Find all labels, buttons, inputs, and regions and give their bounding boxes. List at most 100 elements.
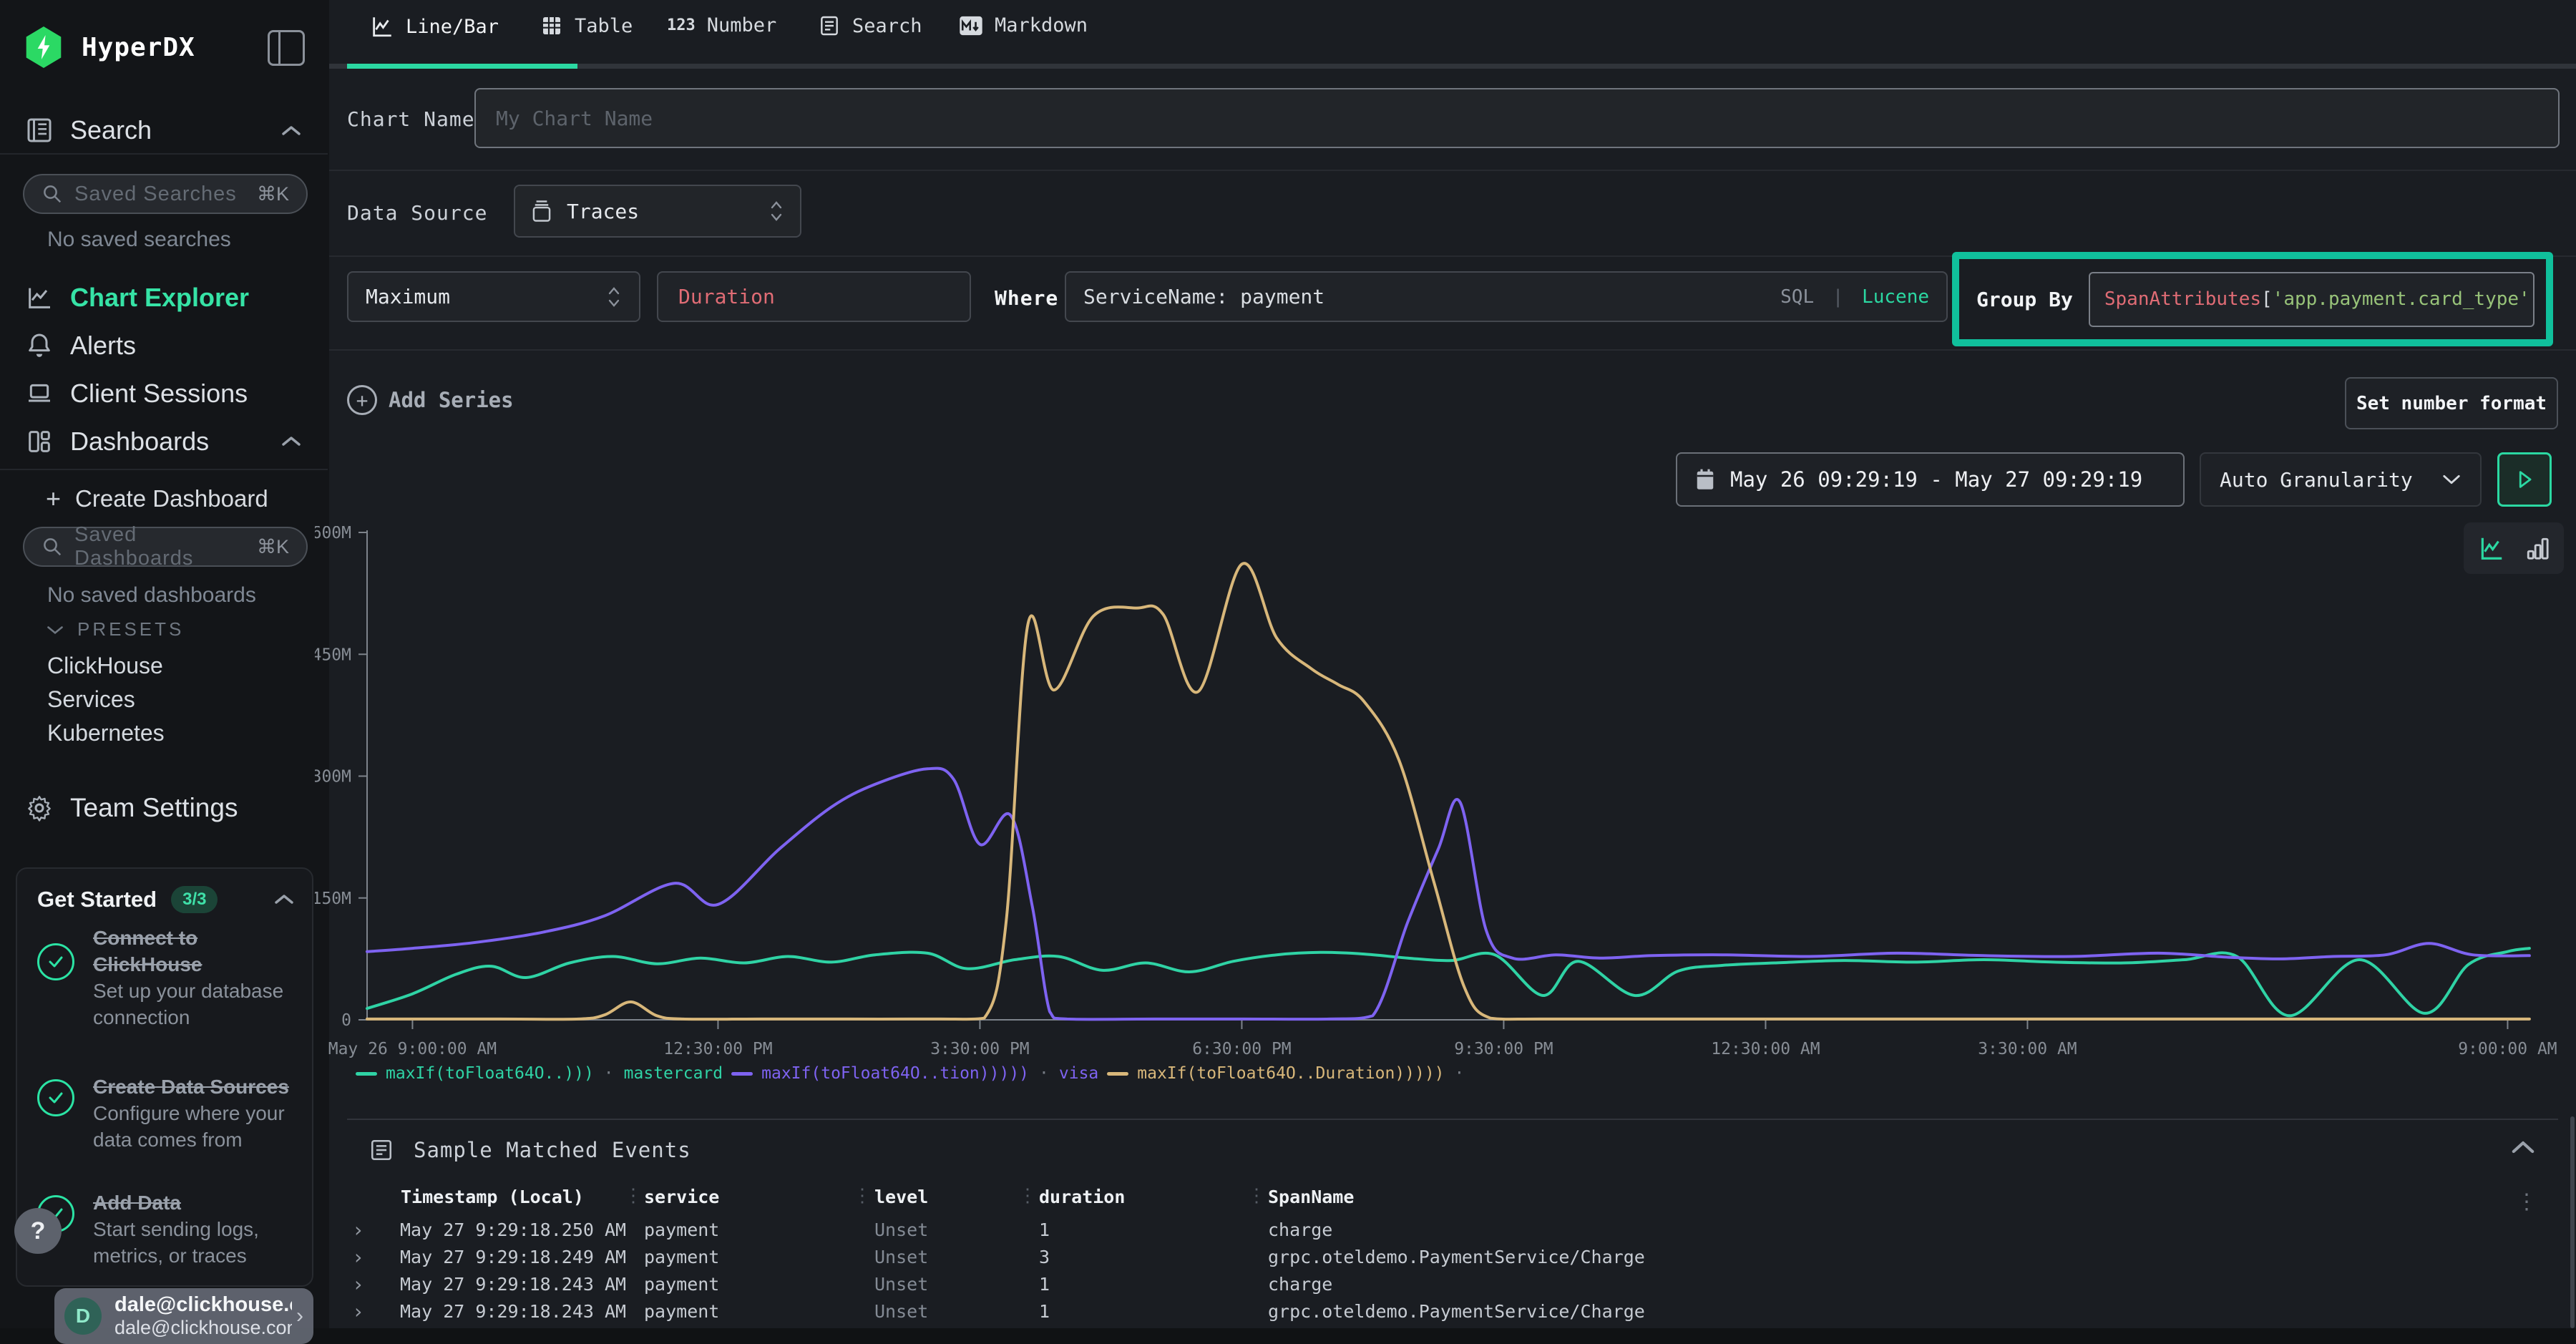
chevron-up-icon[interactable] [2510,1139,2536,1155]
expand-row-icon[interactable]: › [352,1300,364,1323]
sidebar-item-client-sessions[interactable]: Client Sessions [24,371,305,416]
preset-kubernetes[interactable]: Kubernetes [47,720,165,746]
add-series-button[interactable]: + Add Series [347,385,514,415]
set-number-format-label: Set number format [2356,393,2547,414]
tab-label: Search [852,15,922,37]
preset-clickhouse[interactable]: ClickHouse [47,653,163,679]
tab-line-bar[interactable]: Line/Bar [370,14,499,39]
cell-service: payment [644,1274,719,1295]
legend-expr[interactable]: maxIf(toFloat64O..))) [386,1064,594,1083]
aggregation-select[interactable]: Maximum [347,271,640,322]
presets-label: PRESETS [77,618,184,641]
table-row[interactable]: › May 27 9:29:18.243 AM payment Unset 1 … [329,1298,2576,1325]
sidebar-item-alerts[interactable]: Alerts [24,323,305,368]
sidebar-item-team-settings[interactable]: Team Settings [24,786,305,830]
expand-row-icon[interactable]: › [352,1218,364,1242]
data-source-select[interactable]: Traces [514,185,801,238]
chart-legend[interactable]: maxIf(toFloat64O..))) · mastercard maxIf(to… [347,1064,1474,1083]
get-started-item[interactable]: Create Data Sources Configure where your… [37,1073,298,1153]
cell-level: Unset [874,1301,928,1322]
where-label: Where [995,286,1058,310]
tab-active-indicator [347,64,577,69]
legend-separator: · [1455,1064,1465,1083]
tab-number[interactable]: 123 Number [667,14,776,36]
chart-name-field[interactable] [474,88,2560,148]
section-divider [347,1119,2558,1120]
saved-dashboards-placeholder: Saved Dashboards [74,523,257,570]
sidebar-collapse-icon[interactable] [268,30,305,66]
tab-label: Number [707,14,777,36]
granularity-select[interactable]: Auto Granularity [2200,452,2482,507]
sidebar-section-search[interactable]: Search [24,109,305,152]
presets-toggle[interactable]: PRESETS [46,618,184,641]
legend-series-name[interactable]: visa [1059,1064,1098,1083]
set-number-format-button[interactable]: Set number format [2345,377,2558,429]
get-started-item[interactable]: Add Data Start sending logs, metrics, or… [37,1189,298,1269]
bell-icon [24,331,54,360]
legend-expr[interactable]: maxIf(toFloat64O..tion))))) [761,1064,1029,1083]
help-button[interactable]: ? [14,1208,62,1254]
saved-searches-input[interactable]: Saved Searches ⌘K [23,174,308,214]
column-header-timestamp[interactable]: Timestamp (Local) [401,1187,584,1207]
events-section-header[interactable]: Sample Matched Events [369,1138,691,1162]
events-menu-icon[interactable]: ⋮ [2516,1189,2537,1214]
x-axis-tick-label: 6:30:00 PM [1192,1040,1291,1058]
run-query-button[interactable] [2497,452,2552,507]
sidebar-item-dashboards[interactable]: Dashboards [24,419,305,464]
tab-markdown[interactable]: Markdown [959,14,1088,36]
chart-line-icon [370,14,394,39]
user-menu[interactable]: D dale@clickhouse.com dale@clickhouse.co… [54,1288,313,1344]
column-header-level[interactable]: level [874,1187,928,1207]
field-input[interactable]: Duration [657,271,971,322]
group-by-input[interactable]: SpanAttributes['app.payment.card_type'] [2089,272,2534,327]
table-row[interactable]: › May 27 9:29:18.249 AM payment Unset 3 … [329,1244,2576,1271]
column-resize-handle[interactable]: ⋮ [1018,1185,1037,1207]
timeseries-chart[interactable]: 600M450M300M150M0May 26 9:00:00 AM12:30:… [315,526,2576,1063]
group-by-label: Group By [1976,288,2073,311]
date-range-picker[interactable]: May 26 09:29:19 - May 27 09:29:19 [1676,452,2185,507]
expand-row-icon[interactable]: › [352,1272,364,1296]
column-resize-handle[interactable]: ⋮ [1247,1185,1266,1207]
group-by-func: SpanAttributes [2104,288,2261,310]
language-sql-toggle[interactable]: SQL [1780,286,1814,308]
language-lucene-toggle[interactable]: Lucene [1862,286,1929,308]
where-input[interactable]: ServiceName: payment SQL | Lucene [1065,271,1948,322]
table-row[interactable]: › May 27 9:29:18.243 AM payment Unset 1 … [329,1271,2576,1298]
avatar: D [64,1297,102,1335]
expand-row-icon[interactable]: › [352,1245,364,1269]
create-dashboard-button[interactable]: + Create Dashboard [46,484,268,514]
logo-row[interactable]: HyperDX [24,26,305,69]
sidebar-divider [0,153,328,155]
legend-dash-icon [731,1072,753,1076]
column-header-duration[interactable]: duration [1039,1187,1125,1207]
column-resize-handle[interactable]: ⋮ [624,1185,643,1207]
cell-spanname: charge [1268,1274,1332,1295]
scrollbar[interactable] [2570,1116,2575,1328]
column-header-spanname[interactable]: SpanName [1268,1187,1354,1207]
hyperdx-logo-icon [24,26,63,68]
sidebar-divider [0,469,328,470]
chevron-up-icon[interactable] [273,893,295,906]
get-started-item-subtitle: Set up your database connection [93,978,298,1031]
chevron-up-icon[interactable] [280,125,302,137]
legend-series-name[interactable]: mastercard [624,1064,723,1083]
group-by-close-bracket: ] [2530,288,2534,310]
sidebar-item-chart-explorer[interactable]: Chart Explorer [24,276,305,320]
column-resize-handle[interactable]: ⋮ [853,1185,872,1207]
x-axis-tick-label: 3:30:00 PM [930,1040,1029,1058]
chevron-down-icon [2441,473,2462,486]
legend-expr[interactable]: maxIf(toFloat64O..Duration))))) [1137,1064,1444,1083]
saved-dashboards-input[interactable]: Saved Dashboards ⌘K [23,527,308,567]
y-axis-tick-label: 150M [315,890,351,908]
column-header-service[interactable]: service [644,1187,719,1207]
tab-search[interactable]: Search [818,14,922,37]
divider [329,170,2576,171]
chart-name-input[interactable] [494,106,2540,131]
chevron-up-icon[interactable] [280,435,302,448]
sidebar-item-label: Alerts [70,331,136,361]
document-list-icon [818,14,841,37]
get-started-item[interactable]: Connect to ClickHouse Set up your databa… [37,925,298,1031]
table-row[interactable]: › May 27 9:29:18.250 AM payment Unset 1 … [329,1217,2576,1244]
preset-services[interactable]: Services [47,686,135,713]
tab-table[interactable]: Table [540,14,633,37]
